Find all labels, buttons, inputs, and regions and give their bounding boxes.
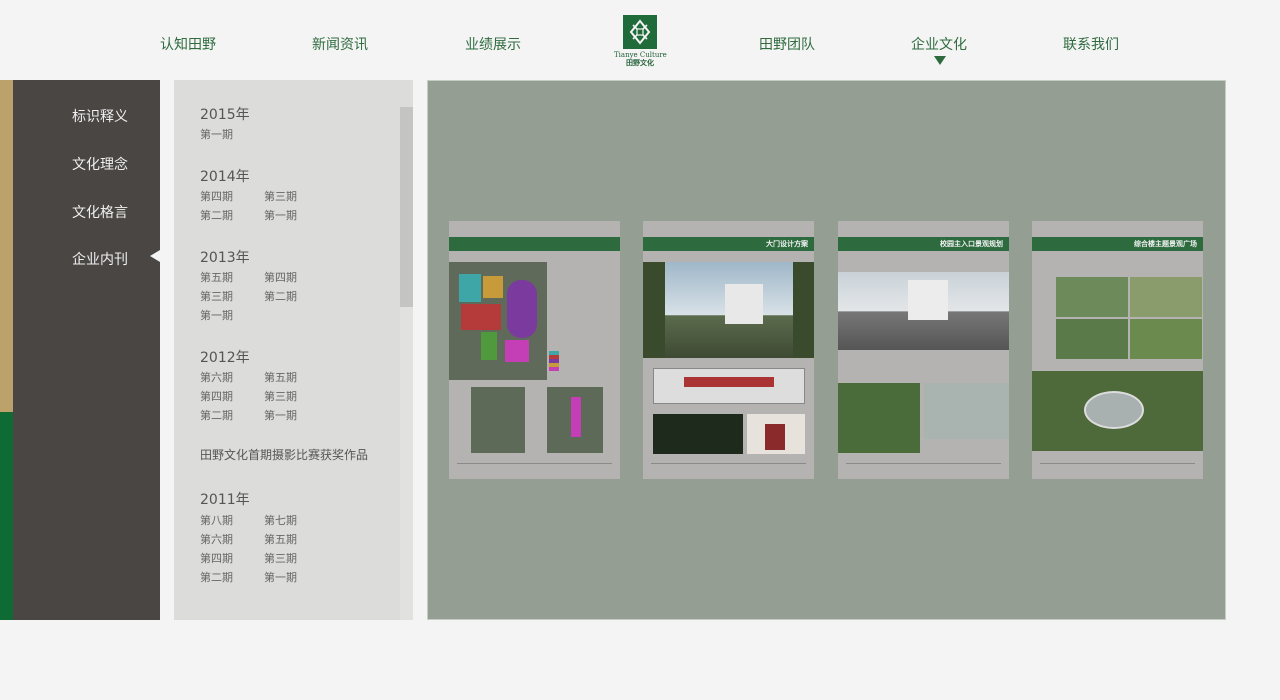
entrance-sculpture-image [924, 383, 1009, 439]
issue-link[interactable]: 第八期 [200, 512, 233, 528]
logo-english-text: Tianye Culture [614, 51, 667, 59]
entrance-aerial-image [838, 383, 920, 453]
page-footer [846, 463, 1001, 471]
page-title: 综合楼主题景观广场 [1134, 240, 1197, 248]
issue-link[interactable]: 第五期 [264, 369, 297, 385]
issue-link[interactable]: 第三期 [264, 550, 297, 566]
nav-contact[interactable]: 联系我们 [1063, 34, 1119, 54]
nav-about[interactable]: 认知田野 [160, 34, 216, 54]
plaza-view-image [1130, 277, 1202, 317]
nav-projects[interactable]: 业绩展示 [465, 34, 521, 54]
accent-strip-gold [0, 80, 13, 412]
plaza-view-image [1056, 319, 1128, 359]
issue-link[interactable]: 第五期 [200, 269, 233, 285]
logo-chinese-text: 田野文化 [626, 59, 654, 67]
page-footer [457, 463, 612, 471]
page-header-band [449, 237, 620, 251]
issue-link[interactable]: 第一期 [264, 407, 297, 423]
issue-link[interactable]: 第四期 [264, 269, 297, 285]
sidebar-item-culture-concept[interactable]: 文化理念 [72, 154, 128, 174]
issue-link[interactable]: 第三期 [200, 288, 233, 304]
sidebar-item-logo-meaning[interactable]: 标识释义 [72, 106, 128, 126]
magazine-page-entrance-landscape[interactable]: 校园主入口景观规划 [838, 221, 1009, 479]
issue-link[interactable]: 第二期 [264, 288, 297, 304]
accent-strip-green [0, 412, 13, 620]
page-title: 校园主入口景观规划 [940, 240, 1003, 248]
year-heading-2011: 2011年 [200, 492, 250, 508]
issue-link[interactable]: 第二期 [200, 207, 233, 223]
gate-elevation-drawing [653, 368, 805, 404]
issue-link[interactable]: 第六期 [200, 531, 233, 547]
issue-link[interactable]: 第三期 [264, 388, 297, 404]
year-heading-2015: 2015年 [200, 107, 250, 123]
entrance-rendering-image [838, 272, 1009, 350]
logo-mark-icon [623, 15, 657, 49]
issue-link[interactable]: 第三期 [264, 188, 297, 204]
nav-news[interactable]: 新闻资讯 [312, 34, 368, 54]
nav-team[interactable]: 田野团队 [759, 34, 815, 54]
page-footer [1040, 463, 1195, 471]
top-navigation: 认知田野 新闻资讯 业绩展示 Tianye Culture 田野文化 田野团队 … [0, 0, 1280, 80]
issue-link[interactable]: 第二期 [200, 569, 233, 585]
plaza-view-image [1056, 277, 1128, 317]
page-footer [651, 463, 806, 471]
culture-sidebar: 标识释义 文化理念 文化格言 企业内刊 [13, 80, 160, 620]
gate-front-view-image [747, 414, 805, 454]
site-plan-legend [549, 351, 559, 371]
site-plan-image [449, 262, 547, 380]
issue-link[interactable]: 第五期 [264, 531, 297, 547]
site-plan-thumbnail [471, 387, 525, 453]
issue-link[interactable]: 第四期 [200, 550, 233, 566]
page-header-band: 综合楼主题景观广场 [1032, 237, 1203, 251]
issue-link[interactable]: 第四期 [200, 388, 233, 404]
issue-link[interactable]: 第一期 [264, 569, 297, 585]
year-heading-2014: 2014年 [200, 169, 250, 185]
nav-active-indicator-icon [934, 56, 946, 65]
issue-link[interactable]: 第六期 [200, 369, 233, 385]
nav-culture[interactable]: 企业文化 [911, 34, 967, 54]
sidebar-active-pointer-icon [150, 250, 160, 262]
plaza-view-image [1130, 319, 1202, 359]
gate-rendering-image [643, 262, 814, 358]
site-plan-thumbnail [547, 387, 603, 453]
plaza-aerial-image [1032, 371, 1203, 451]
magazine-page-gate-design[interactable]: 大门设计方案 [643, 221, 814, 479]
issue-link[interactable]: 第四期 [200, 188, 233, 204]
magazine-page-site-plan[interactable] [449, 221, 620, 479]
year-heading-2012: 2012年 [200, 350, 250, 366]
page-header-band: 校园主入口景观规划 [838, 237, 1009, 251]
brand-logo[interactable]: Tianye Culture 田野文化 [614, 15, 667, 75]
gate-night-view-image [653, 414, 743, 454]
page-header-band: 大门设计方案 [643, 237, 814, 251]
issue-link[interactable]: 第七期 [264, 512, 297, 528]
year-heading-2013: 2013年 [200, 250, 250, 266]
magazine-viewer: 大门设计方案 校园主入口景观规划 综合楼主题景观广场 [427, 80, 1226, 620]
issue-link[interactable]: 第一期 [200, 307, 233, 323]
issue-link[interactable]: 第一期 [200, 126, 233, 142]
page-title: 大门设计方案 [766, 240, 808, 248]
sidebar-item-culture-motto[interactable]: 文化格言 [72, 202, 128, 222]
sidebar-item-magazine[interactable]: 企业内刊 [72, 249, 128, 269]
magazine-page-plaza-landscape[interactable]: 综合楼主题景观广场 [1032, 221, 1203, 479]
photo-contest-link[interactable]: 田野文化首期摄影比赛获奖作品 [200, 446, 368, 463]
issue-list-panel: 2015年 第一期 2014年 第四期 第三期 第二期 第一期 2013年 第五… [174, 80, 413, 620]
issue-link[interactable]: 第二期 [200, 407, 233, 423]
issue-link[interactable]: 第一期 [264, 207, 297, 223]
scrollbar-thumb[interactable] [400, 107, 413, 307]
